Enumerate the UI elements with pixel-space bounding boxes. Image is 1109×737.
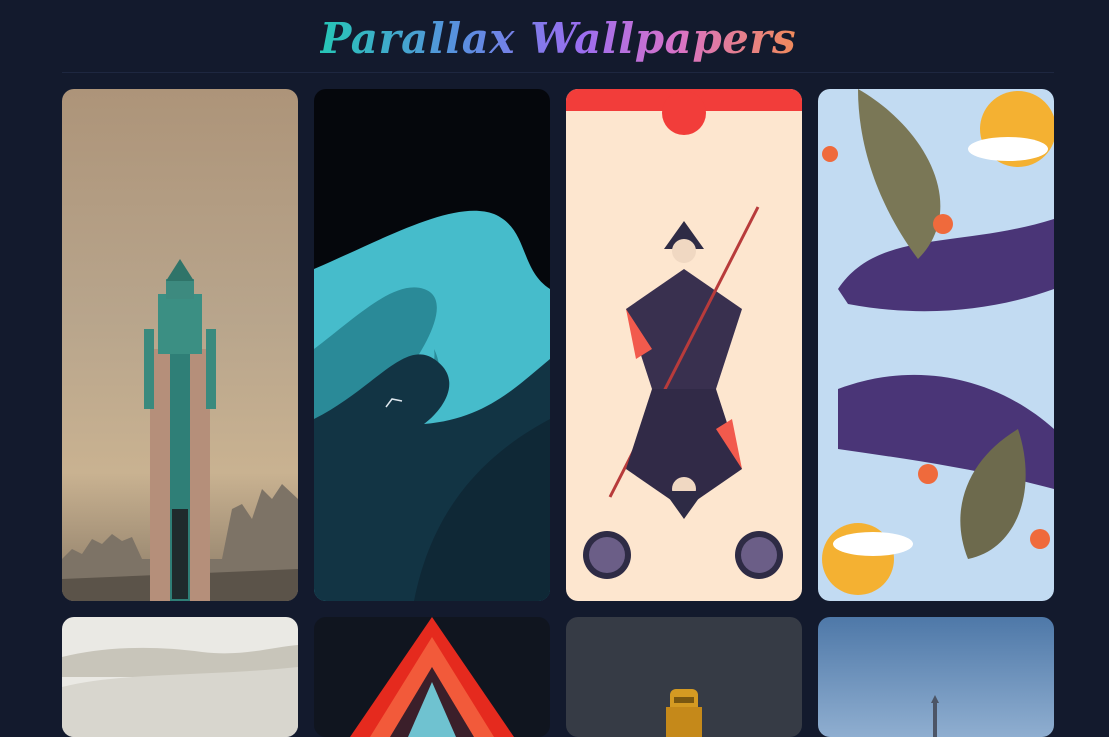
header: Parallax Wallpapers	[62, 0, 1054, 73]
blue-sky-wallpaper-image	[818, 617, 1054, 737]
flowers-wallpaper-image	[818, 89, 1054, 601]
wallpaper-card-tower[interactable]	[62, 89, 298, 601]
knight-wallpaper-image	[566, 89, 802, 601]
wallpaper-card-knight[interactable]	[566, 89, 802, 601]
red-triangle-wallpaper-image	[314, 617, 550, 737]
misty-hills-wallpaper-image	[62, 617, 298, 737]
wallpaper-card-red-triangle[interactable]	[314, 617, 550, 737]
tower-wallpaper-image	[62, 89, 298, 601]
dune-wallpaper-image	[314, 89, 550, 601]
wallpaper-card-golden-statue[interactable]	[566, 617, 802, 737]
wallpaper-card-misty-hills[interactable]	[62, 617, 298, 737]
wallpaper-card-flowers[interactable]	[818, 89, 1054, 601]
wallpaper-card-dune[interactable]	[314, 89, 550, 601]
page-title: Parallax Wallpapers	[319, 13, 797, 63]
wallpaper-card-blue-sky[interactable]	[818, 617, 1054, 737]
golden-statue-wallpaper-image	[566, 617, 802, 737]
